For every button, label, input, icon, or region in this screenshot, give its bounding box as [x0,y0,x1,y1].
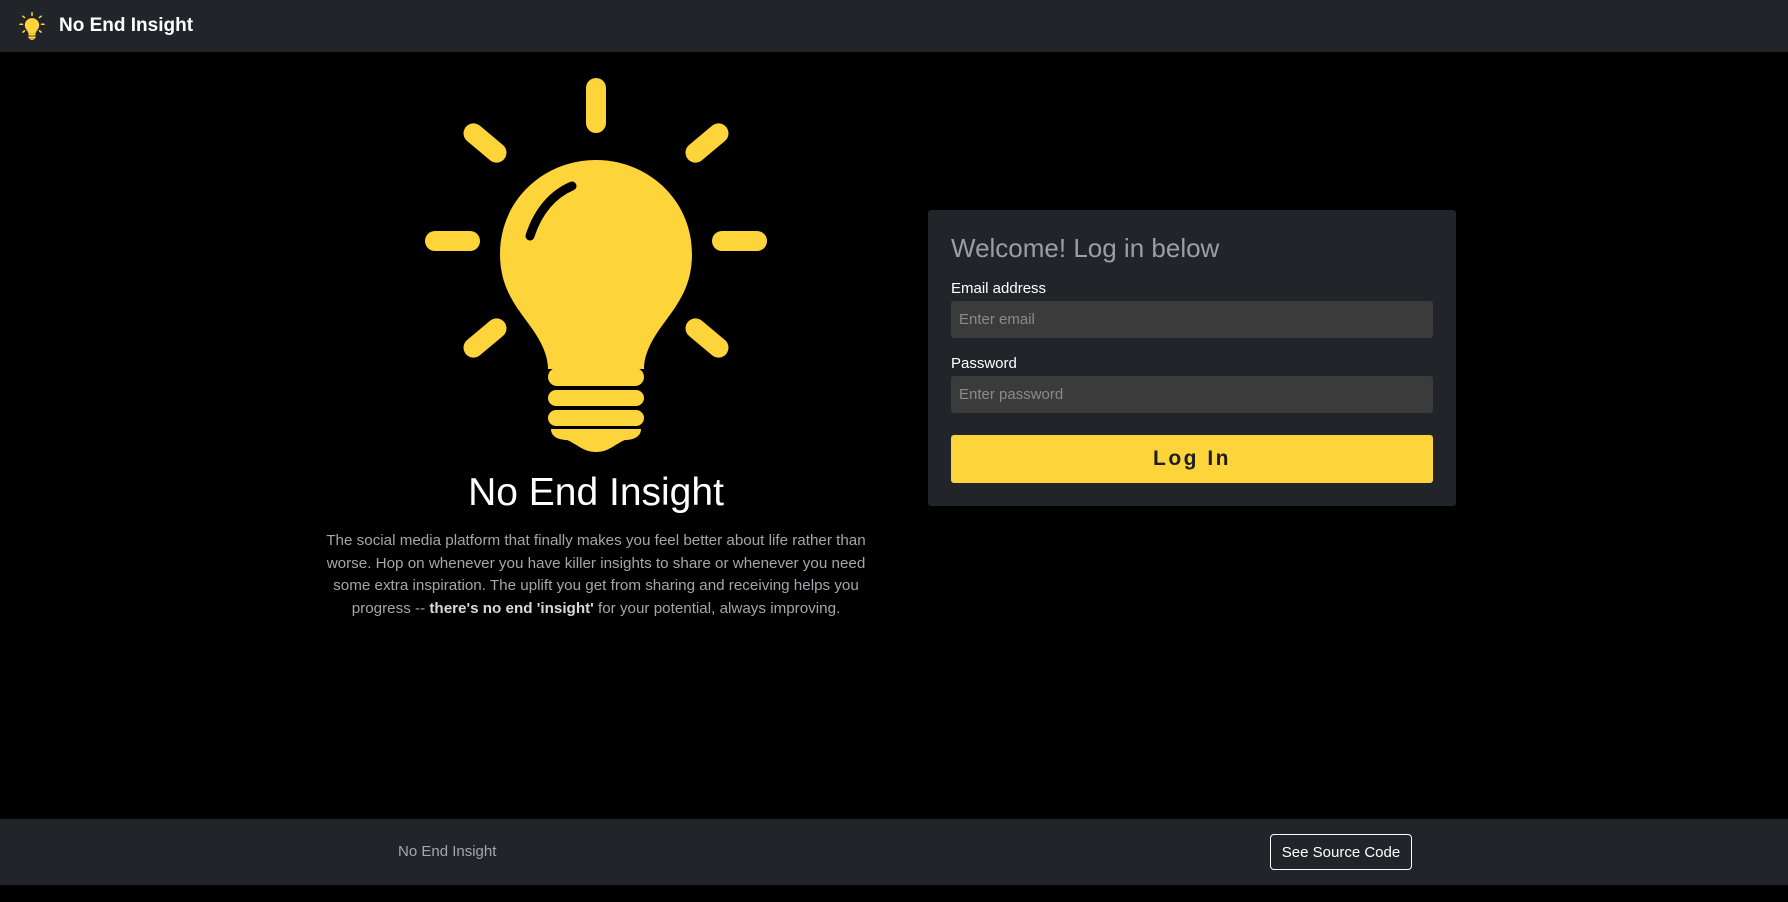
lightbulb-icon [425,78,767,452]
email-label: Email address [951,280,1047,297]
login-form: Welcome! Log in below Email address Pass… [928,210,1456,506]
navbar-title: No End Insight [59,15,194,36]
hero-description: The social media platform that finally m… [326,530,866,620]
hero-description-highlight: there's no end 'insight' [429,599,594,617]
hero-description-end: for your potential, always improving. [593,599,841,617]
navbar-brand[interactable]: No End Insight [18,12,193,40]
navbar: No End Insight [0,0,1788,52]
login-button[interactable]: Log In [951,435,1433,483]
see-source-code-button[interactable]: See Source Code [1270,834,1412,870]
footer: No End Insight See Source Code [0,819,1788,885]
password-label: Password [951,355,1017,372]
login-heading: Welcome! Log in below [951,233,1220,263]
hero-title: No End Insight [468,471,724,514]
footer-title: No End Insight [398,843,497,860]
lightbulb-icon [19,12,45,40]
hero-lightbulb-icon [425,78,767,452]
password-field[interactable] [951,376,1433,413]
email-field[interactable] [951,301,1433,338]
